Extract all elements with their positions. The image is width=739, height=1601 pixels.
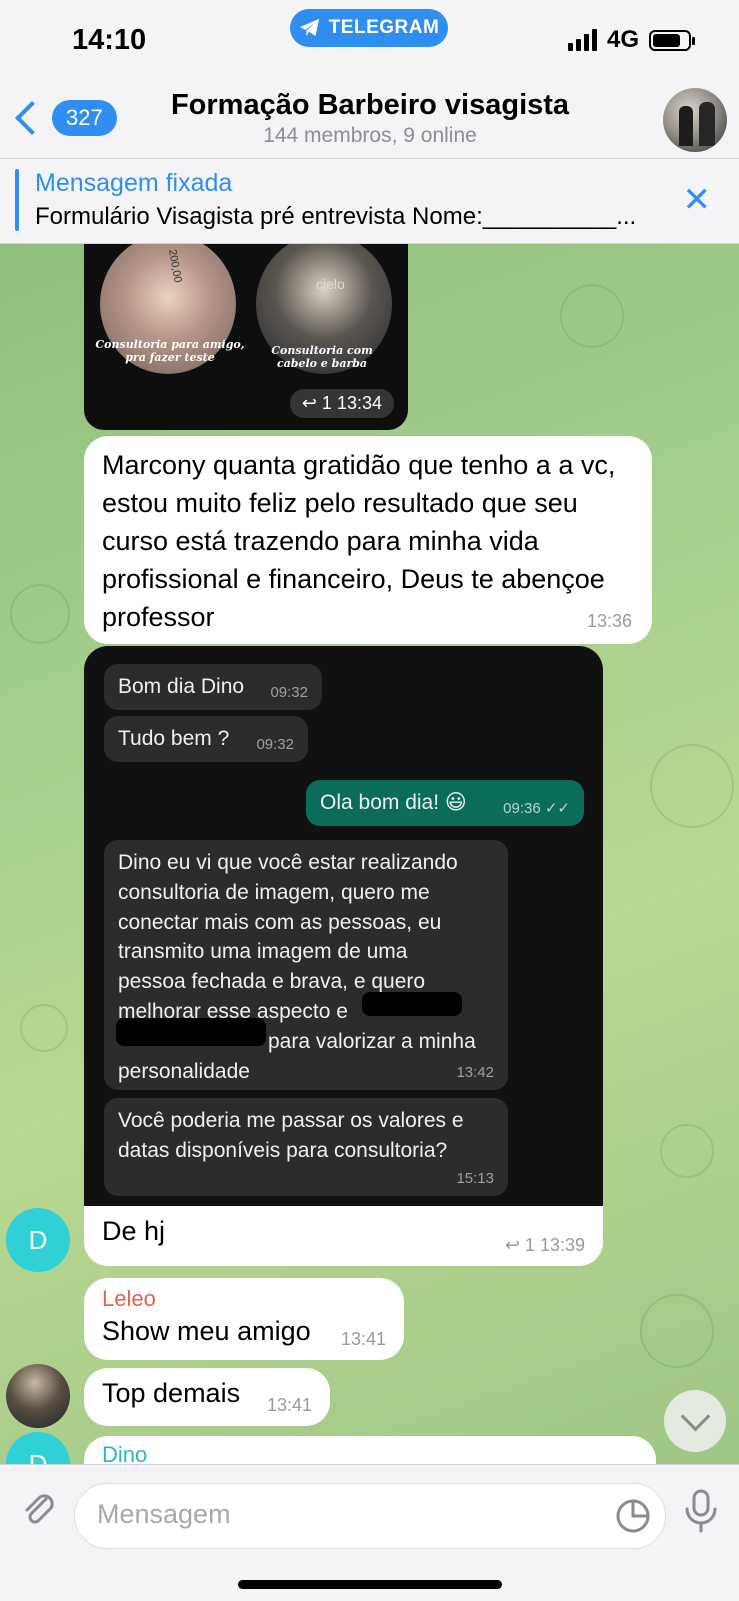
unread-count-badge: 327 [52,100,117,136]
telegram-label: TELEGRAM [328,17,440,38]
home-indicator[interactable] [238,1580,502,1589]
message-time: 13:34 [336,393,382,413]
message-time: 13:41 [266,1395,312,1415]
scroll-down-button[interactable] [664,1390,726,1452]
sticker-icon[interactable] [615,1498,651,1539]
message-bubble[interactable]: Top demais 13:41 [84,1368,330,1426]
caption-right: Consultoria com cabelo e barba [271,344,373,370]
close-icon[interactable]: ✕ [683,183,712,217]
embedded-time: 09:36 ✓✓ [503,799,570,817]
status-time: 14:10 [72,24,147,56]
message-input[interactable] [95,1498,579,1531]
battery-icon [649,29,695,51]
pinned-text: Formulário Visagista pré entrevista Nome… [35,203,637,230]
embedded-text: consultoria de imagem, quero me [118,880,430,904]
sender-avatar[interactable] [6,1364,70,1428]
doodle-decoration [650,744,734,828]
redaction-mark [116,1018,266,1046]
back-button[interactable]: 327 [12,100,117,136]
embedded-time: 15:13 [456,1169,494,1187]
embedded-text: Ola bom dia! 😃 [320,791,467,814]
group-avatar[interactable] [663,88,727,152]
message-meta: ↩ 1 13:39 [505,1235,585,1256]
embedded-message: Ola bom dia! 😃 09:36 ✓✓ [306,780,584,826]
image-message[interactable]: 200,00 cielo Consultoria para amigo, pra… [84,244,408,430]
sender-name[interactable]: Leleo [102,1286,156,1312]
message-bubble[interactable]: Marcony quanta gratidão que tenho a a vc… [84,436,652,644]
caption-left: Consultoria para amigo, pra fazer teste [95,338,245,364]
message-time: 13:36 [586,611,632,631]
reply-icon: ↩ [504,1235,520,1255]
embedded-time: 09:32 [270,683,308,701]
pinned-message-bar[interactable]: Mensagem fixada Formulário Visagista pré… [0,159,739,244]
pinned-indicator [15,169,19,231]
receipt-value: 200,00 [165,248,184,284]
reply-count: 1 [524,1235,535,1255]
embedded-text: Tudo bem ? [118,727,230,750]
doodle-decoration [660,1124,714,1178]
chevron-left-icon [15,101,49,135]
message-bubble[interactable]: Leleo Show meu amigo 13:41 [84,1278,404,1360]
network-type: 4G [606,26,639,53]
machine-brand: cielo [316,276,345,292]
image-meta: ↩ 1 13:34 [289,389,394,418]
embedded-text: Dino eu vi que você estar realizando [118,851,458,874]
attachment-icon[interactable] [18,1487,60,1534]
message-field[interactable] [74,1483,666,1549]
signal-icon [567,29,597,51]
message-text: De hj [102,1216,166,1246]
embedded-text: personalidade [118,1059,250,1083]
telegram-icon [299,18,319,37]
status-indicators: 4G [567,26,695,54]
chevron-down-icon [680,1401,710,1431]
embedded-time: 09:32 [256,735,294,753]
chat-subtitle: 144 membros, 9 online [263,124,477,147]
message-time: 13:39 [539,1235,585,1255]
reply-count: 1 [321,393,332,413]
doodle-decoration [20,1004,68,1052]
telegram-pill[interactable]: TELEGRAM [290,9,448,47]
embedded-message: Tudo bem ? 09:32 [104,716,308,762]
embedded-text: Bom dia Dino [118,675,245,698]
embedded-message: Bom dia Dino 09:32 [104,664,322,710]
message-time: 13:41 [340,1329,386,1349]
sender-avatar[interactable]: D [6,1208,70,1272]
embedded-time: 13:42 [456,1063,494,1081]
message-text: Top demais [102,1378,241,1408]
message-bubble[interactable]: De hj ↩ 1 13:39 [84,1206,603,1266]
pinned-title: Mensagem fixada [35,169,233,197]
redaction-mark [362,992,462,1016]
doodle-decoration [560,284,624,348]
embedded-text: transmito uma imagem de uma [118,940,408,964]
reply-icon: ↩ [301,393,317,413]
navigation-header: 14:10 TELEGRAM 4G 327 Formação Barbeiro … [0,0,739,159]
embedded-text: conectar mais com as pessoas, eu [118,910,442,934]
embedded-text: Você poderia me passar os valores e data… [118,1109,464,1162]
embedded-message: Dino eu vi que você estar realizando con… [104,840,508,1090]
doodle-decoration [10,584,70,644]
chat-title[interactable]: Formação Barbeiro visagista [140,89,600,122]
message-text: Show meu amigo [102,1316,311,1346]
microphone-icon[interactable] [684,1489,718,1538]
screenshot-image[interactable]: Bom dia Dino 09:32 Tudo bem ? 09:32 Ola … [84,646,603,1208]
message-text: Marcony quanta gratidão que tenho a a vc… [102,450,616,632]
embedded-message: Você poderia me passar os valores e data… [104,1098,508,1196]
doodle-decoration [640,1294,714,1368]
